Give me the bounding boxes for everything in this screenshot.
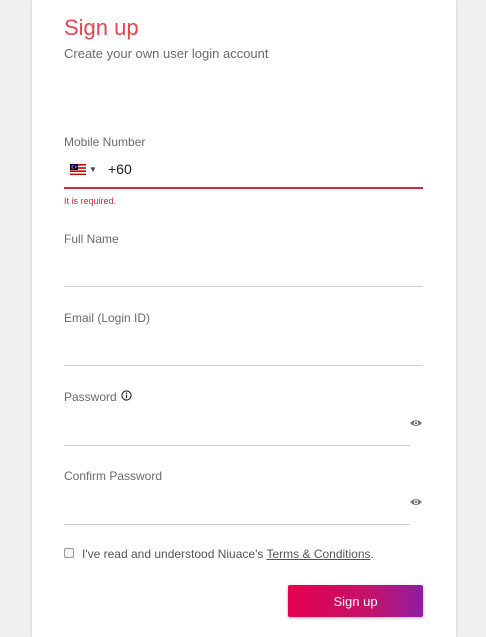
chevron-down-icon: ▼ — [89, 165, 97, 174]
mobile-number-input[interactable] — [140, 158, 420, 182]
email-underline — [64, 365, 423, 366]
country-code-dropdown[interactable]: ▼ — [70, 164, 97, 175]
full-name-input[interactable] — [64, 259, 423, 283]
email-label: Email (Login ID) — [64, 311, 151, 325]
confirm-password-input[interactable] — [64, 496, 404, 520]
confirm-password-label: Confirm Password — [64, 469, 163, 483]
terms-checkbox[interactable] — [64, 548, 74, 558]
eye-icon[interactable] — [409, 497, 423, 507]
eye-icon[interactable] — [409, 418, 423, 428]
mobile-number-underline — [64, 187, 423, 189]
malaysia-flag-icon — [70, 164, 86, 175]
terms-prefix: I've read and understood Niuace's — [82, 547, 267, 561]
terms-link[interactable]: Terms & Conditions — [266, 547, 370, 561]
email-input[interactable] — [64, 338, 423, 362]
page-title: Sign up — [64, 15, 139, 40]
dial-code: +60 — [108, 161, 132, 177]
terms-suffix: . — [370, 547, 374, 561]
mobile-number-label: Mobile Number — [64, 135, 146, 149]
password-input[interactable] — [64, 417, 404, 441]
info-icon[interactable] — [121, 390, 132, 401]
sign-up-button[interactable]: Sign up — [288, 585, 423, 617]
full-name-underline — [64, 286, 423, 287]
mobile-number-error: It is required. — [64, 196, 117, 206]
password-underline — [64, 445, 410, 446]
password-label: Password — [64, 390, 117, 404]
terms-text: I've read and understood Niuace's Terms … — [82, 547, 374, 561]
page-subtitle: Create your own user login account — [64, 46, 269, 61]
confirm-password-underline — [64, 524, 410, 525]
full-name-label: Full Name — [64, 232, 119, 246]
